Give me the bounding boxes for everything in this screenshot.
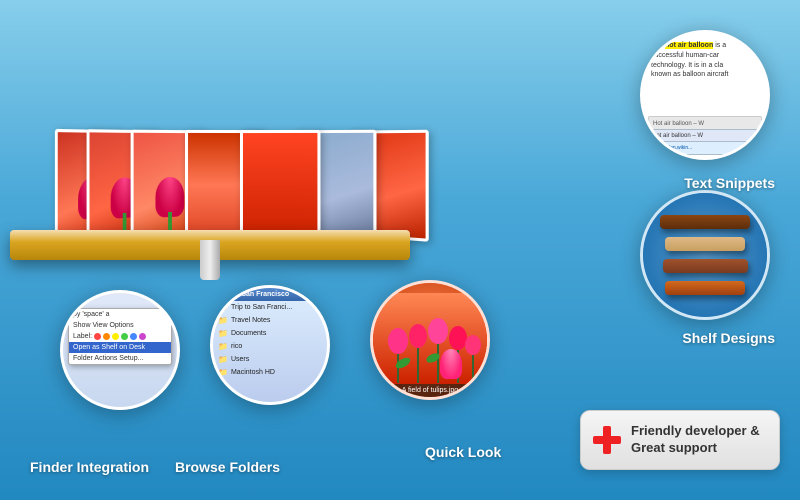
shelf-layer-dark [660, 215, 750, 229]
finder-integration-label: Finder Integration [30, 459, 149, 475]
finder-menu: py 'space' a Show View Options Label: Op… [68, 308, 172, 365]
finder-menu-item-1: py 'space' a [69, 309, 171, 320]
link-bar: ↵ http://en.wikin... [648, 141, 762, 155]
photo-stack [20, 50, 400, 240]
finder-menu-item-2: Show View Options [69, 320, 171, 331]
url-bar-text: Hot air balloon – W [653, 121, 704, 127]
shelf-section [0, 20, 420, 280]
color-dot-green [121, 333, 128, 340]
browse-header: Trip to San Francisco [213, 288, 327, 301]
finder-label-row: Label: [69, 331, 171, 342]
quick-look-circle: A field of tulips.jpg [370, 280, 490, 400]
finder-menu-item-open: Open as Shelf on Desk [69, 342, 171, 353]
color-dot-yellow [112, 333, 119, 340]
shelf-layer-orange [665, 281, 745, 295]
browse-item-5: Users [213, 353, 327, 366]
text-snippets-label: Text Snippets [684, 175, 775, 191]
finder-menu-item-folder: Folder Actions Setup... [69, 353, 171, 364]
finder-preview: py 'space' a Show View Options Label: Op… [63, 293, 177, 407]
browse-item-4: rico [213, 340, 327, 353]
browse-preview: Trip to San Francisco Trip to San Franci… [213, 288, 327, 402]
browse-folders-circle: Trip to San Francisco Trip to San Franci… [210, 285, 330, 405]
color-dot-blue [130, 333, 137, 340]
quick-look-preview: A field of tulips.jpg [373, 283, 487, 397]
browse-item-3: Documents [213, 327, 327, 340]
text-snippets-circle: The hot air balloon is a successful huma… [640, 30, 770, 160]
quick-look-label: Quick Look [425, 444, 501, 460]
shelf-design-preview [643, 193, 767, 317]
browse-folders-label: Browse Folders [175, 459, 280, 475]
support-cross-icon [593, 426, 621, 454]
support-line1: Friendly developer & [631, 423, 760, 438]
browse-item-6: Macintosh HD [213, 366, 327, 379]
color-dot-orange [103, 333, 110, 340]
support-badge[interactable]: Friendly developer & Great support [580, 410, 780, 470]
shelf-layer-light [665, 237, 745, 251]
photo-card [240, 130, 321, 241]
quick-look-image [373, 293, 487, 384]
shelf-designs-label: Shelf Designs [682, 330, 775, 346]
browse-item-1: Trip to San Franci... [213, 301, 327, 314]
shelf-layer-medium [663, 259, 748, 273]
finder-integration-circle: py 'space' a Show View Options Label: Op… [60, 290, 180, 410]
color-dot-red [94, 333, 101, 340]
browse-item-2: Travel Notes [213, 314, 327, 327]
shelf-bracket [200, 240, 220, 280]
quick-look-caption: A field of tulips.jpg [373, 384, 487, 397]
support-text: Friendly developer & Great support [631, 423, 760, 457]
support-line2: Great support [631, 440, 717, 455]
color-dot-purple [139, 333, 146, 340]
text-snippet-preview: The hot air balloon is a successful huma… [643, 33, 767, 157]
shelf-designs-circle [640, 190, 770, 320]
tulip-svg [373, 293, 487, 383]
